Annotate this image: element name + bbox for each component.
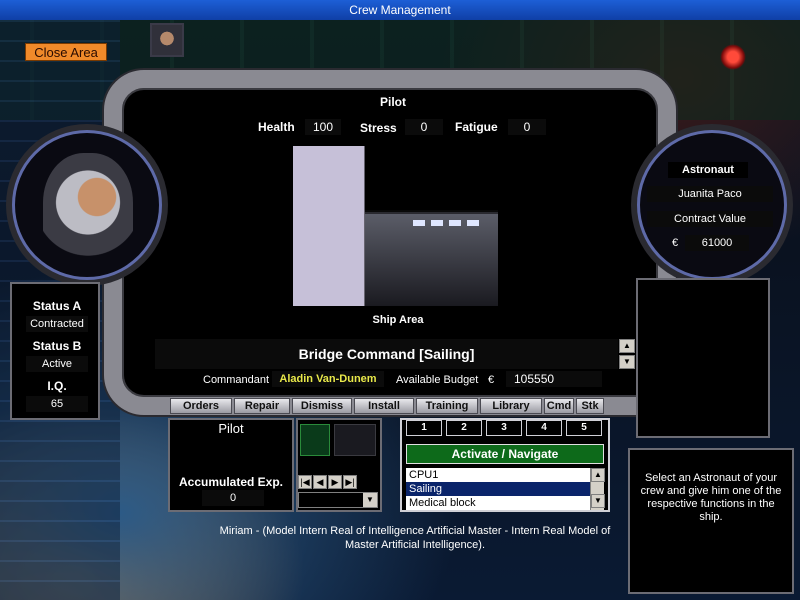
close-area-button[interactable]: Close Area <box>25 43 107 61</box>
status-b-label: Status B <box>26 338 88 354</box>
astronaut-portrait <box>12 130 162 280</box>
tab-2[interactable]: 2 <box>446 420 482 436</box>
red-alarm-light <box>720 44 746 70</box>
help-text: Select an Astronaut of your crew and giv… <box>640 472 782 523</box>
astronaut-helmet-icon <box>43 153 133 263</box>
first-icon[interactable]: |◀ <box>298 475 312 489</box>
exp-value: 0 <box>202 490 264 506</box>
scroll-up-icon[interactable]: ▲ <box>591 468 605 482</box>
ship-area-label: Ship Area <box>352 312 444 328</box>
astronaut-name: Juanita Paco <box>647 186 773 202</box>
astronaut-heading: Astronaut <box>668 162 748 178</box>
iq-value: 65 <box>26 396 88 412</box>
ship-area-view <box>293 146 498 306</box>
health-value: 100 <box>305 119 341 135</box>
chevron-down-icon[interactable]: ▼ <box>363 493 377 507</box>
scroll-track[interactable] <box>591 482 604 494</box>
install-button[interactable]: Install <box>354 398 414 414</box>
status-a-label: Status A <box>26 298 88 314</box>
cmd-button[interactable]: Cmd <box>544 398 574 414</box>
next-icon[interactable]: ▶ <box>328 475 342 489</box>
status-b-value: Active <box>26 356 88 372</box>
list-item-selected[interactable]: Sailing <box>406 482 590 496</box>
action-box: 1 2 3 4 5 Activate / Navigate CPU1 Saili… <box>400 418 610 512</box>
spinner-up-icon[interactable]: ▲ <box>619 339 635 353</box>
status-a-value: Contracted <box>26 316 88 332</box>
list-item[interactable]: CPU1 <box>406 468 590 482</box>
crew-role: Pilot <box>218 421 244 436</box>
budget-label: Available Budget <box>396 374 479 386</box>
ceiling-lights <box>413 220 483 226</box>
health-label: Health <box>258 120 295 134</box>
tool-icon[interactable] <box>334 424 376 456</box>
astronaut-info-ring <box>637 130 787 280</box>
contract-label: Contract Value <box>647 211 773 227</box>
tab-1[interactable]: 1 <box>406 420 442 436</box>
nav-buttons: |◀ ◀ ▶ ▶| <box>298 472 358 490</box>
library-button[interactable]: Library <box>480 398 542 414</box>
astronaut-thumbnail[interactable] <box>150 23 184 57</box>
list-item[interactable]: Medical block <box>406 496 590 510</box>
budget-currency: € <box>488 374 495 386</box>
spinner-down-icon[interactable]: ▼ <box>619 355 635 369</box>
tab-4[interactable]: 4 <box>526 420 562 436</box>
commandant-value: Aladin Van-Dunem <box>272 371 384 387</box>
commandant-label: Commandant <box>203 374 270 386</box>
activate-navigate-button[interactable]: Activate / Navigate <box>406 444 604 464</box>
fatigue-value: 0 <box>508 119 546 135</box>
contract-currency: € <box>672 237 679 249</box>
stress-value: 0 <box>405 119 443 135</box>
stk-button[interactable]: Stk <box>576 398 604 414</box>
prev-icon[interactable]: ◀ <box>313 475 327 489</box>
function-list[interactable]: CPU1 Sailing Medical block <box>406 468 590 510</box>
dismiss-button[interactable]: Dismiss <box>292 398 352 414</box>
role-title: Pilot <box>320 93 466 111</box>
game-scene: Close Area Pilot Health 100 Stress 0 Fat… <box>0 20 800 600</box>
crew-figure-icon[interactable] <box>300 424 330 456</box>
crew-dropdown[interactable]: ▼ <box>298 492 378 508</box>
exp-label: Accumulated Exp. <box>178 475 284 489</box>
list-scrollbar[interactable]: ▲ ▼ <box>590 468 605 510</box>
ai-message: Miriam - (Model Intern Real of Intellige… <box>219 525 611 551</box>
budget-value: 105550 <box>506 371 602 387</box>
contract-value: 61000 <box>685 235 749 251</box>
training-button[interactable]: Training <box>416 398 478 414</box>
ship-area-spinner[interactable]: ▲ ▼ <box>619 339 635 369</box>
action-toolbar: Orders Repair Dismiss Install Training L… <box>170 398 604 416</box>
right-side-panel <box>636 278 770 438</box>
iq-label: I.Q. <box>26 378 88 394</box>
window-title: Crew Management <box>0 0 800 20</box>
stress-label: Stress <box>360 121 397 135</box>
repair-button[interactable]: Repair <box>234 398 290 414</box>
deck-scenery <box>365 212 498 306</box>
tab-5[interactable]: 5 <box>566 420 602 436</box>
scroll-down-icon[interactable]: ▼ <box>591 494 605 508</box>
fatigue-label: Fatigue <box>455 120 498 134</box>
orders-button[interactable]: Orders <box>170 398 232 414</box>
tab-3[interactable]: 3 <box>486 420 522 436</box>
ship-area-value[interactable]: Bridge Command [Sailing] <box>155 339 618 369</box>
last-icon[interactable]: ▶| <box>343 475 357 489</box>
